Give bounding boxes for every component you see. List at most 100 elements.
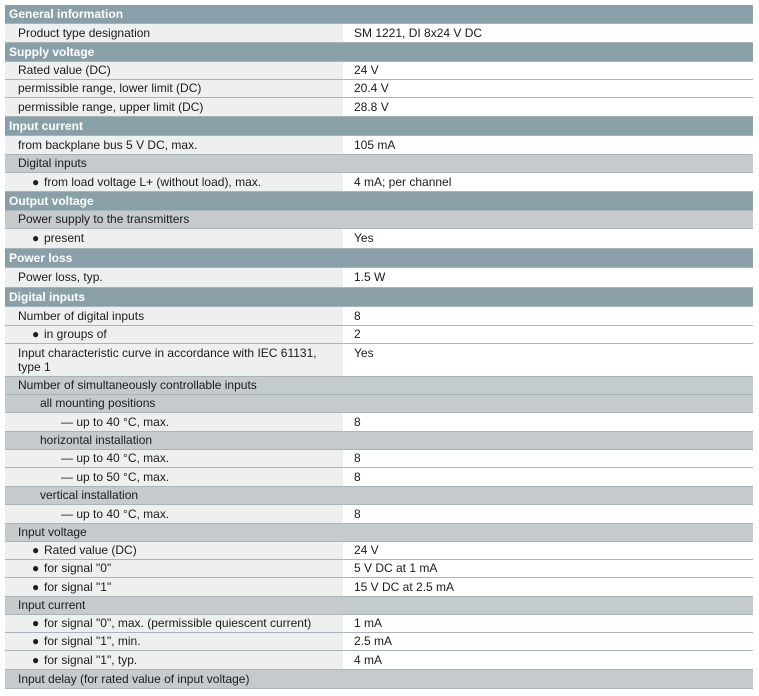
row-label: — up to 40 °C, max. [5,413,343,431]
row-value: 8 [343,505,753,523]
group-label: Input voltage [18,525,87,539]
row-value: SM 1221, DI 8x24 V DC [343,24,753,42]
table-row: permissible range, upper limit (DC) 28.8… [5,98,753,117]
bullet-icon: ● [32,653,40,667]
row-value: 15 V DC at 2.5 mA [343,578,753,596]
section-title: Digital inputs [9,290,85,304]
row-label: ● Rated value (DC) [5,542,343,559]
row-label: ● in groups of [5,326,343,343]
bullet-icon: ● [32,580,40,594]
group-row: Input current [5,597,753,615]
group-label: Power supply to the transmitters [18,212,190,226]
row-value: 20.4 V [343,80,753,97]
table-row: Input characteristic curve in accordance… [5,344,753,377]
row-label: — up to 40 °C, max. [5,450,343,467]
table-row: Power loss, typ. 1.5 W [5,268,753,288]
row-label: permissible range, lower limit (DC) [5,80,343,97]
bullet-icon: ● [32,616,40,630]
group-label: vertical installation [40,488,139,502]
row-value: 28.8 V [343,98,753,116]
table-row: — up to 40 °C, max. 8 [5,505,753,524]
table-row: ● in groups of 2 [5,326,753,344]
section-header: Digital inputs [5,288,753,307]
section-title: Supply voltage [9,45,95,59]
section-title: Input current [9,119,83,133]
table-row: from backplane bus 5 V DC, max. 105 mA [5,136,753,155]
group-label: Input current [18,598,86,612]
row-label: — up to 50 °C, max. [5,468,343,486]
row-label: ● for signal "1", min. [5,633,343,650]
group-row: Input voltage [5,524,753,542]
table-row: — up to 50 °C, max. 8 [5,468,753,487]
row-value: 8 [343,413,753,431]
table-row: — up to 40 °C, max. 8 [5,413,753,432]
bullet-icon: ● [32,327,40,341]
section-header: Power loss [5,249,753,268]
row-label: from backplane bus 5 V DC, max. [5,136,343,154]
table-row: ● Rated value (DC) 24 V [5,542,753,560]
section-title: Output voltage [9,194,94,208]
row-value: 4 mA [343,651,753,669]
row-label: ● for signal "1", typ. [5,651,343,669]
table-row: Product type designation SM 1221, DI 8x2… [5,24,753,43]
row-label: Power loss, typ. [5,268,343,287]
row-value: 4 mA; per channel [343,173,753,191]
table-row: permissible range, lower limit (DC) 20.4… [5,80,753,98]
table-row: Rated value (DC) 24 V [5,62,753,80]
section-title: Power loss [9,251,73,265]
row-label: permissible range, upper limit (DC) [5,98,343,116]
group-row: vertical installation [5,487,753,505]
group-label: Input delay (for rated value of input vo… [18,672,250,686]
row-value: 2.5 mA [343,633,753,650]
section-header: Input current [5,117,753,136]
row-label: Product type designation [5,24,343,42]
row-label: ● for signal "1" [5,578,343,596]
row-label: Rated value (DC) [5,62,343,79]
bullet-icon: ● [32,175,40,189]
section-header: General information [5,5,753,24]
group-row: all mounting positions [5,395,753,413]
row-label: ● for signal "0" [5,560,343,577]
group-label: horizontal installation [40,433,153,447]
table-row: ● for signal "1", typ. 4 mA [5,651,753,670]
row-value: Yes [343,229,753,248]
bullet-icon: ● [32,543,40,557]
row-value: 2 [343,326,753,343]
table-row: ● present Yes [5,229,753,249]
row-value: Yes [343,344,753,376]
row-value: 24 V [343,542,753,559]
row-value: 105 mA [343,136,753,154]
section-header: Supply voltage [5,43,753,62]
row-value: 24 V [343,62,753,79]
spec-table: General information Product type designa… [5,5,753,689]
row-label: Input characteristic curve in accordance… [5,344,343,376]
group-row: Input delay (for rated value of input vo… [5,670,753,689]
row-label: Number of digital inputs [5,307,343,325]
row-value: 8 [343,450,753,467]
table-row: ● for signal "1", min. 2.5 mA [5,633,753,651]
bullet-icon: ● [32,634,40,648]
row-label: ● present [5,229,343,248]
bullet-icon: ● [32,561,40,575]
group-row: Power supply to the transmitters [5,211,753,229]
row-value: 1 mA [343,615,753,632]
row-label: ● for signal "0", max. (permissible quies… [5,615,343,632]
table-row: — up to 40 °C, max. 8 [5,450,753,468]
row-label: ● from load voltage L+ (without load), ma… [5,173,343,191]
table-row: ● for signal "1" 15 V DC at 2.5 mA [5,578,753,597]
table-row: Number of digital inputs 8 [5,307,753,326]
group-row: horizontal installation [5,432,753,450]
table-row: ● for signal "0" 5 V DC at 1 mA [5,560,753,578]
group-row: Digital inputs [5,155,753,173]
section-header: Output voltage [5,192,753,211]
group-label: Digital inputs [18,156,87,170]
group-row: Number of simultaneously controllable in… [5,377,753,395]
bullet-icon: ● [32,231,40,245]
row-value: 8 [343,307,753,325]
section-title: General information [9,7,124,21]
row-label: — up to 40 °C, max. [5,505,343,523]
row-value: 1.5 W [343,268,753,287]
group-label: Number of simultaneously controllable in… [18,378,257,392]
table-row: ● from load voltage L+ (without load), ma… [5,173,753,192]
row-value: 5 V DC at 1 mA [343,560,753,577]
